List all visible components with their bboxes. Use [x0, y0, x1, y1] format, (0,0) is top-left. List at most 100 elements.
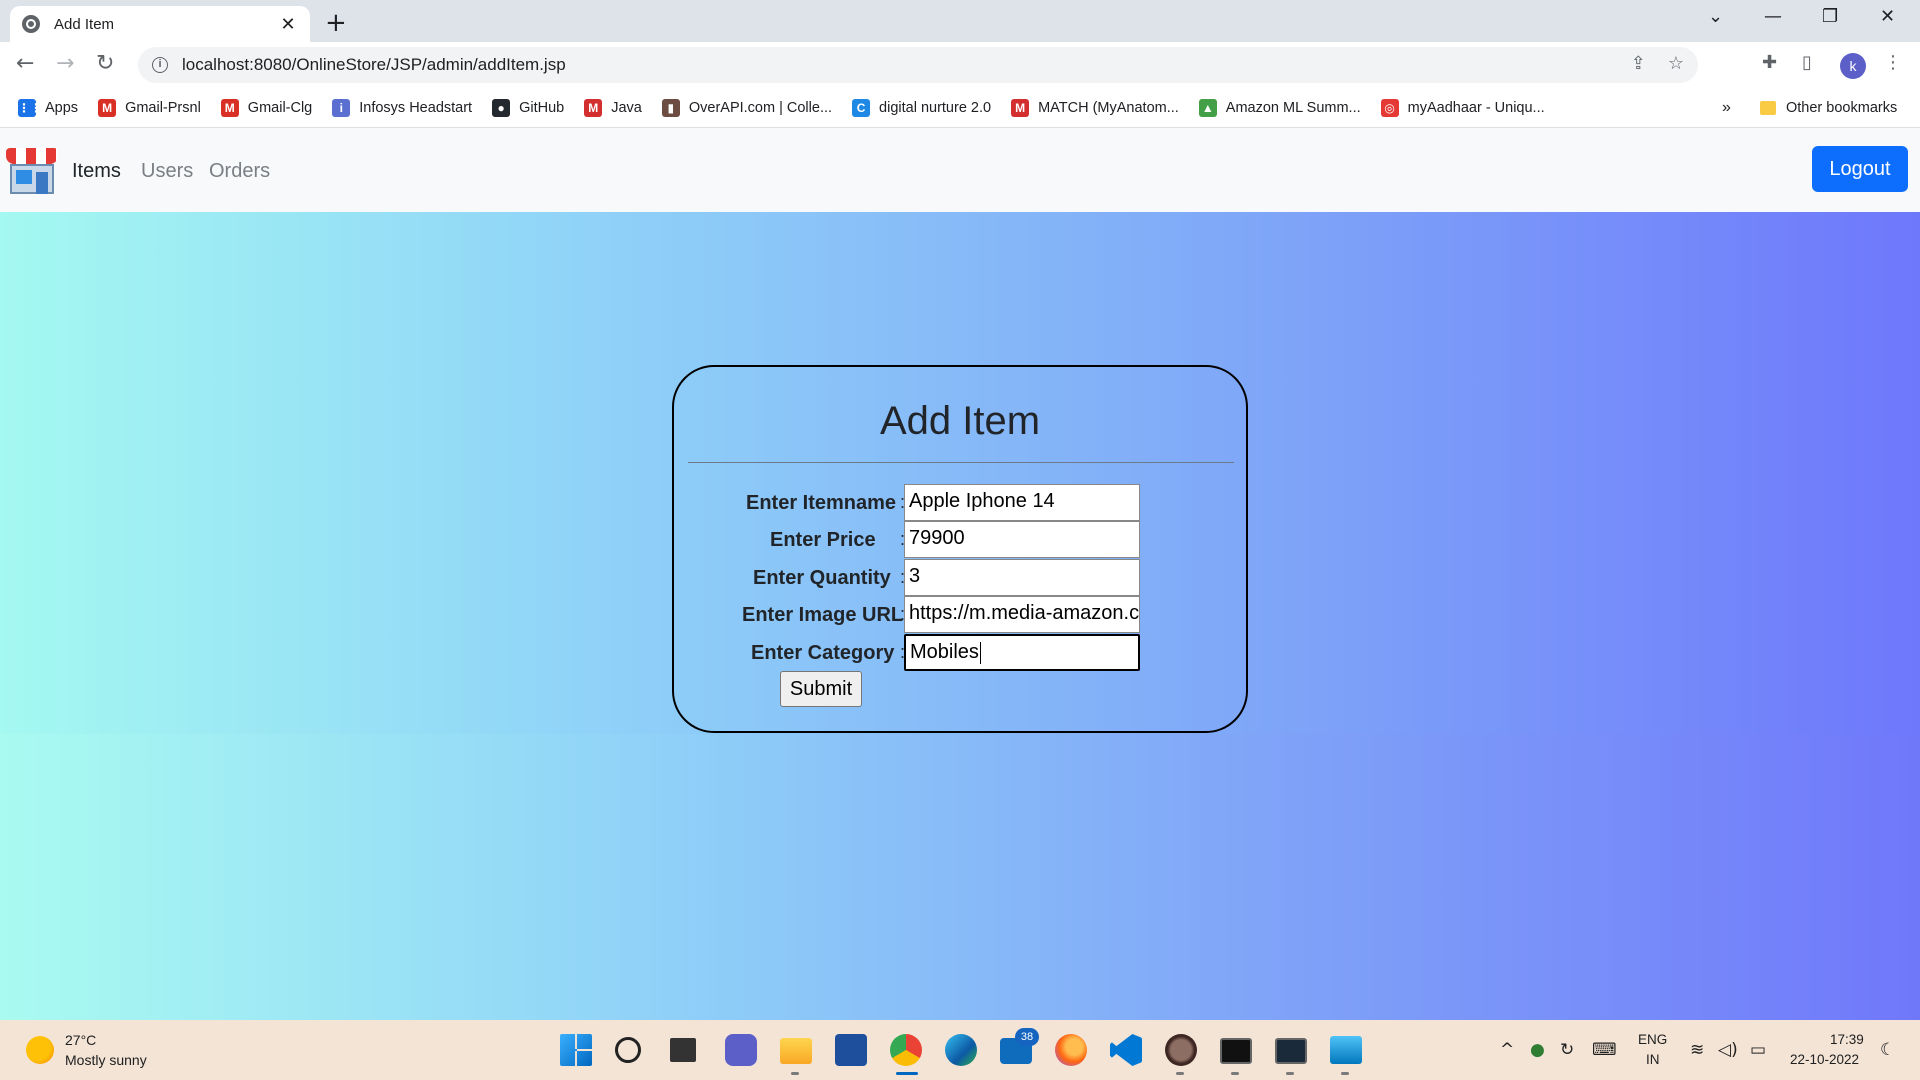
bookmark-item[interactable]: i Infosys Headstart [332, 98, 472, 117]
bookmark-item[interactable]: ▮ OverAPI.com | Colle... [661, 98, 832, 117]
side-panel-icon[interactable]: ▯ [1802, 52, 1812, 73]
site-navbar: Items Users Orders Logout [0, 128, 1920, 212]
teams-chat-icon[interactable] [725, 1034, 757, 1066]
bookmark-star-icon[interactable]: ☆ [1668, 53, 1684, 74]
wifi-icon[interactable]: ≋ [1690, 1040, 1704, 1060]
site-info-icon[interactable]: i [152, 57, 168, 73]
task-view-icon[interactable] [670, 1038, 696, 1062]
reload-icon[interactable]: ↻ [96, 51, 114, 76]
gmail-icon: M [220, 98, 239, 117]
tab-close-icon[interactable]: ✕ [278, 14, 298, 35]
overapi-icon: ▮ [661, 98, 680, 117]
other-bookmarks[interactable]: Other bookmarks [1760, 88, 1897, 128]
weather-temperature[interactable]: 27°C [65, 1032, 96, 1048]
address-bar[interactable]: i localhost:8080/OnlineStore/JSP/admin/a… [138, 47, 1698, 83]
weather-sun-icon[interactable] [26, 1036, 54, 1064]
chrome-icon[interactable] [890, 1034, 922, 1066]
page-background-lower [0, 734, 1920, 1020]
url-text: localhost:8080/OnlineStore/JSP/admin/add… [182, 55, 566, 74]
new-tab-button[interactable]: + [325, 8, 347, 38]
extensions-icon[interactable]: ✚ [1762, 52, 1777, 73]
back-icon[interactable]: ← [16, 51, 34, 76]
file-explorer-icon[interactable] [780, 1038, 812, 1064]
nav-link-items[interactable]: Items [72, 160, 121, 183]
close-window-button[interactable]: ✕ [1880, 6, 1895, 27]
windows-taskbar: 27°C Mostly sunny 38 ^ ● ↻ ⌨ ENG IN ≋ ◁)… [0, 1020, 1920, 1080]
bookmark-label: Java [611, 99, 642, 116]
price-label: Enter Price [770, 529, 876, 551]
browser-toolbar: ← → ↻ i localhost:8080/OnlineStore/JSP/a… [0, 42, 1920, 88]
chrome-active-indicator [896, 1072, 918, 1075]
bookmark-item[interactable]: ● GitHub [492, 98, 565, 117]
gmail-icon: M [98, 98, 117, 117]
nav-link-users[interactable]: Users [141, 160, 193, 183]
price-input[interactable]: 79900 [904, 521, 1140, 558]
search-icon[interactable] [615, 1037, 641, 1063]
browser-tabstrip: Add Item ✕ + ⌄ — ❐ ✕ [0, 0, 1920, 42]
volume-icon[interactable]: ◁) [1718, 1040, 1738, 1060]
menu-kebab-icon[interactable]: ⋮ [1884, 52, 1902, 73]
bookmark-label: GitHub [519, 99, 565, 116]
bookmark-label: Gmail-Prsnl [125, 99, 201, 116]
terminal-icon[interactable] [1220, 1038, 1252, 1064]
other-bookmarks-label: Other bookmarks [1786, 100, 1898, 116]
profile-avatar[interactable]: k [1840, 53, 1866, 79]
bookmark-item[interactable]: M MATCH (MyAnatom... [1011, 98, 1179, 117]
windows-start-icon[interactable] [560, 1034, 592, 1066]
github-icon: ● [492, 98, 511, 117]
photos-icon[interactable] [1330, 1036, 1362, 1064]
bookmark-item[interactable]: M Gmail-Prsnl [98, 98, 201, 117]
bookmark-item[interactable]: ⋮⋮ Apps [18, 98, 78, 117]
itemname-input[interactable]: Apple Iphone 14 [904, 484, 1140, 521]
restore-button[interactable]: ❐ [1822, 6, 1838, 27]
firefox-icon[interactable] [1055, 1034, 1087, 1066]
edge-icon[interactable] [945, 1034, 977, 1066]
weather-description[interactable]: Mostly sunny [65, 1052, 147, 1068]
mysql-shell-icon[interactable] [1275, 1038, 1307, 1064]
match-icon: M [1011, 98, 1030, 117]
folder-icon [1760, 101, 1776, 115]
bookmark-item[interactable]: ▲ Amazon ML Summ... [1198, 98, 1361, 117]
share-icon[interactable]: ⇪ [1631, 53, 1646, 74]
form-title: Add Item [879, 399, 1041, 443]
add-item-card: Add Item Enter Itemname : Apple Iphone 1… [672, 365, 1248, 733]
apps-grid-icon: ⋮⋮ [18, 98, 42, 117]
category-input[interactable]: Mobiles [904, 634, 1140, 671]
java-icon: M [584, 98, 603, 117]
bookmark-item[interactable]: M Gmail-Clg [220, 98, 312, 117]
photos-running-indicator [1341, 1072, 1349, 1075]
tray-overflow-chevron-icon[interactable]: ^ [1500, 1040, 1514, 1060]
tray-app-icon[interactable]: ● [1530, 1040, 1545, 1060]
more-bookmarks-chevron-icon[interactable]: » [1722, 88, 1731, 128]
keyboard-icon[interactable]: ⌨ [1592, 1040, 1617, 1060]
title-divider [688, 462, 1234, 463]
vscode-icon[interactable] [1110, 1034, 1142, 1066]
browser-tab-active[interactable]: Add Item ✕ [10, 6, 310, 42]
clock-time[interactable]: 17:39 [1830, 1032, 1864, 1047]
microsoft-store-icon[interactable] [835, 1034, 867, 1066]
forward-icon[interactable]: → [56, 51, 74, 76]
minimize-button[interactable]: — [1764, 6, 1782, 27]
language-region[interactable]: IN [1646, 1052, 1660, 1067]
battery-icon[interactable]: ▭ [1750, 1040, 1766, 1060]
store-logo-icon[interactable] [6, 148, 58, 196]
quantity-input[interactable]: 3 [904, 559, 1140, 596]
bookmark-item[interactable]: Cdigital nurture 2.0 [852, 98, 991, 117]
submit-button[interactable]: Submit [780, 671, 862, 707]
bookmark-label: myAadhaar - Uniqu... [1407, 99, 1545, 116]
app-avatar-icon[interactable] [1165, 1034, 1197, 1066]
infosys-icon: i [332, 98, 351, 117]
image-url-input[interactable]: https://m.media-amazon.com [904, 596, 1140, 633]
tab-search-chevron-icon[interactable]: ⌄ [1708, 6, 1723, 27]
language-code[interactable]: ENG [1638, 1032, 1667, 1047]
nav-link-orders[interactable]: Orders [209, 160, 270, 183]
bookmark-item[interactable]: ◎ myAadhaar - Uniqu... [1380, 98, 1545, 117]
bookmark-item[interactable]: M Java [584, 98, 642, 117]
tray-sync-icon[interactable]: ↻ [1560, 1040, 1574, 1060]
itemname-label: Enter Itemname [746, 492, 897, 514]
logout-button[interactable]: Logout [1812, 146, 1908, 192]
clock-date[interactable]: 22-10-2022 [1790, 1052, 1859, 1067]
globe-icon [22, 15, 40, 33]
image-url-label: Enter Image URL [742, 604, 904, 626]
focus-moon-icon[interactable]: ☾ [1880, 1040, 1895, 1060]
